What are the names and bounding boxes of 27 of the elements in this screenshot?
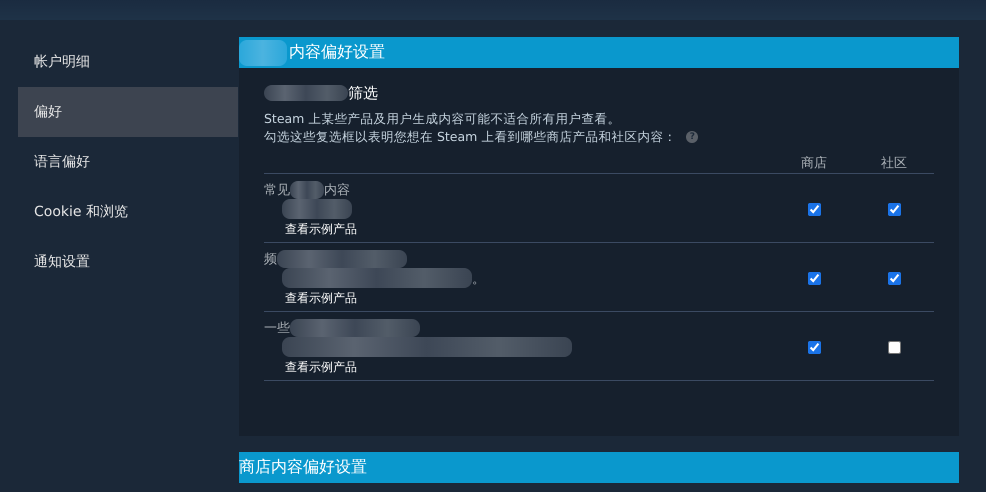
store-checkbox[interactable]: [808, 202, 820, 216]
sample-products-link[interactable]: 查看示例产品: [264, 220, 357, 238]
sidebar-item[interactable]: 语言偏好: [18, 137, 238, 187]
sample-products-link[interactable]: 查看示例产品: [264, 358, 357, 376]
column-header: 商店: [800, 155, 828, 172]
category-label: 内容: [324, 182, 350, 198]
description-text: Steam 上某些产品及用户生成内容可能不适合所有用户查看。: [264, 110, 620, 128]
column-header: 社区: [880, 155, 908, 172]
subsection-title: 筛选: [348, 84, 378, 102]
sample-products-link[interactable]: 查看示例产品: [264, 290, 357, 306]
category-label: 一些: [264, 320, 290, 336]
community-checkbox[interactable]: [888, 340, 900, 354]
store-checkbox[interactable]: [808, 340, 820, 354]
section-title: 内容偏好设置: [289, 42, 385, 63]
category-label: 频: [264, 250, 277, 268]
section-title: 商店内容偏好设置: [239, 457, 367, 478]
sidebar-item[interactable]: 通知设置: [18, 237, 238, 287]
blurred-region: [239, 40, 287, 66]
category-label: 常见: [264, 182, 290, 198]
sidebar-item[interactable]: 偏好: [18, 87, 238, 137]
category-description: 。: [472, 270, 485, 288]
community-checkbox[interactable]: [888, 202, 900, 216]
description-text: 勾选这些复选框以表明您想在 Steam 上看到哪些商店产品和社区内容：: [264, 128, 676, 146]
sidebar-item[interactable]: Cookie 和浏览: [18, 187, 238, 237]
store-checkbox[interactable]: [808, 272, 820, 284]
community-checkbox[interactable]: [888, 272, 900, 284]
sidebar-item[interactable]: 帐户明细: [18, 37, 238, 87]
